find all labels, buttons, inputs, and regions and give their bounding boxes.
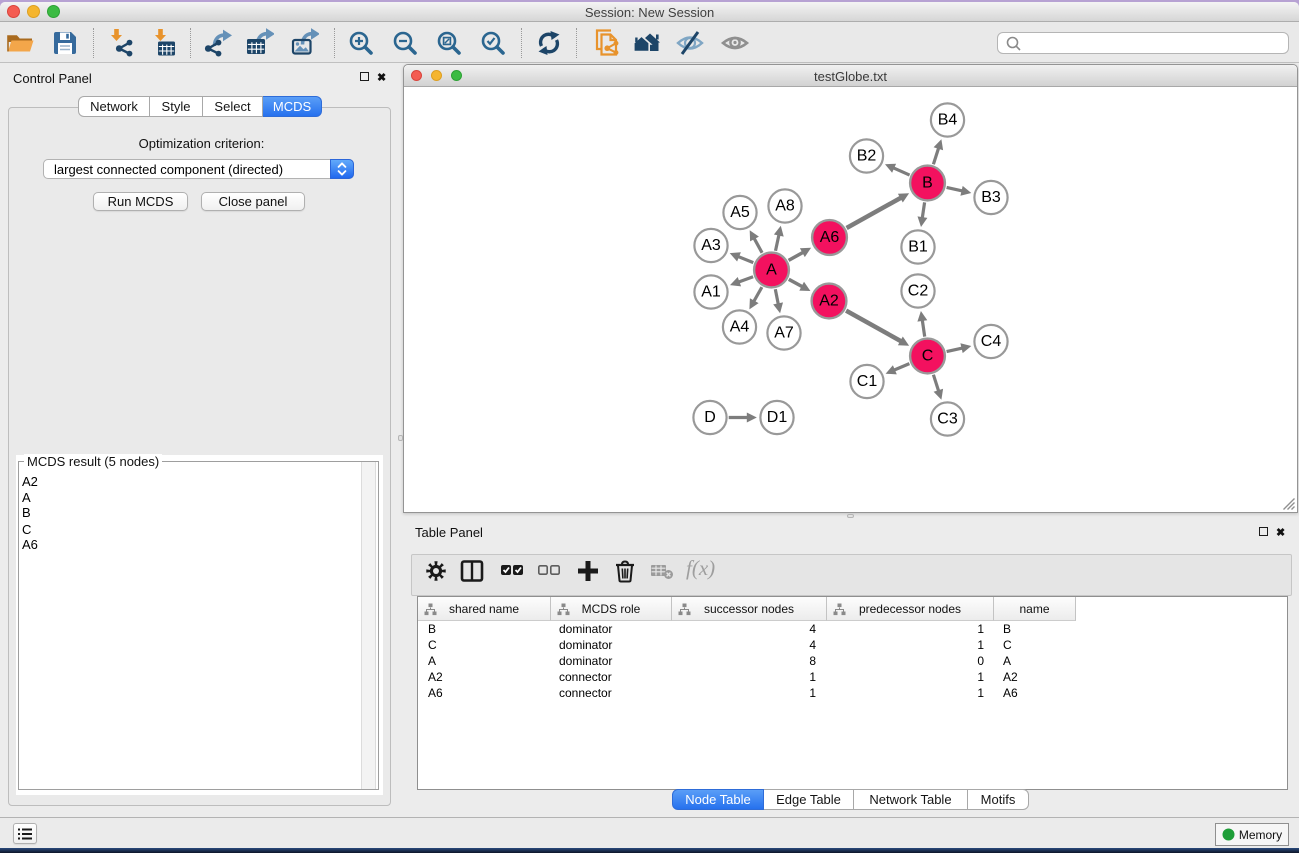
svg-text:C: C (922, 348, 934, 365)
svg-text:B2: B2 (857, 148, 877, 165)
svg-text:B: B (922, 175, 933, 192)
svg-text:A1: A1 (701, 284, 721, 301)
svg-text:B4: B4 (938, 112, 958, 129)
svg-text:A2: A2 (819, 293, 839, 310)
svg-text:A: A (766, 262, 777, 279)
svg-text:D1: D1 (767, 409, 788, 426)
svg-text:C1: C1 (857, 373, 878, 390)
svg-text:C4: C4 (981, 333, 1002, 350)
svg-text:A7: A7 (774, 325, 794, 342)
svg-text:A5: A5 (730, 204, 750, 221)
svg-text:C2: C2 (908, 283, 929, 300)
svg-text:A3: A3 (701, 237, 721, 254)
svg-text:A8: A8 (775, 198, 795, 215)
svg-text:D: D (704, 409, 716, 426)
svg-text:C3: C3 (937, 411, 958, 428)
svg-text:A6: A6 (820, 229, 840, 246)
svg-text:A4: A4 (730, 319, 750, 336)
svg-text:B3: B3 (981, 189, 1001, 206)
svg-text:B1: B1 (908, 239, 928, 256)
